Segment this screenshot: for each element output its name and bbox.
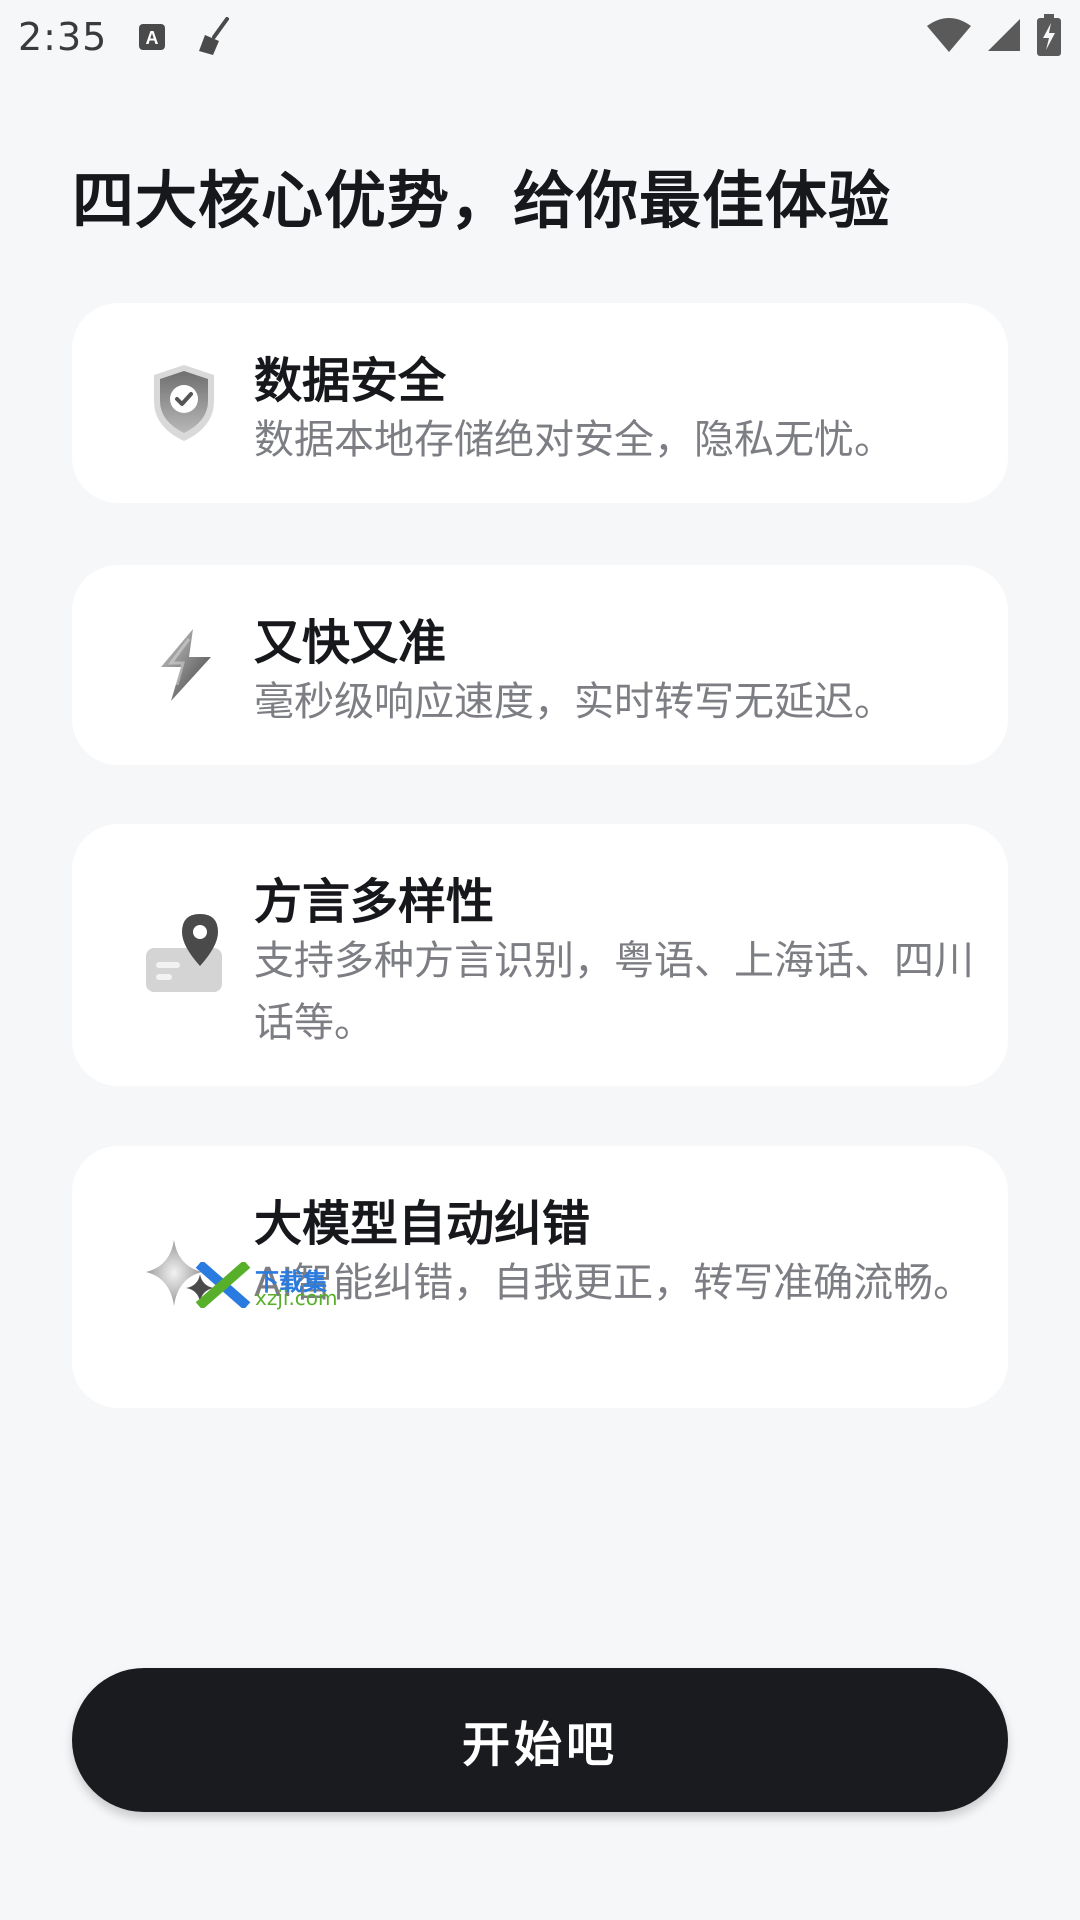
status-time: 2:35 <box>18 15 108 59</box>
feature-card-fast-accurate: 又快又准 毫秒级响应速度，实时转写无延迟。 <box>72 565 1008 765</box>
feature-card-auto-correction: 大模型自动纠错 AI智能纠错，自我更正，转写准确流畅。 <box>72 1146 1008 1408</box>
wifi-icon <box>926 16 972 58</box>
feature-title: 又快又准 <box>254 615 447 671</box>
feature-title: 方言多样性 <box>254 874 495 930</box>
start-button[interactable]: 开始吧 <box>72 1668 1008 1812</box>
svg-text:A: A <box>146 28 159 48</box>
feature-title: 大模型自动纠错 <box>254 1196 591 1252</box>
feature-card-data-security: 数据安全 数据本地存储绝对安全，隐私无忧。 <box>72 303 1008 503</box>
page-title: 四大核心优势，给你最佳体验 <box>72 164 892 237</box>
sparkle-icon <box>116 1208 252 1344</box>
feature-description: 支持多种方言识别，粤语、上海话、四川话等。 <box>254 938 974 1046</box>
signal-icon <box>986 17 1022 57</box>
map-pin-icon <box>116 886 252 1022</box>
feature-card-dialect-diversity: 方言多样性 支持多种方言识别，粤语、上海话、四川话等。 <box>72 824 1008 1086</box>
feature-description: 毫秒级响应速度，实时转写无延迟。 <box>254 679 894 725</box>
lightning-icon <box>116 597 252 733</box>
status-bar: 2:35 A <box>0 0 1080 74</box>
feature-description: AI智能纠错，自我更正，转写准确流畅。 <box>254 1260 974 1306</box>
text-a-icon: A <box>137 22 167 52</box>
battery-charging-icon <box>1036 14 1062 60</box>
shield-check-icon <box>116 335 252 471</box>
feature-title: 数据安全 <box>254 353 447 409</box>
broom-icon <box>197 17 231 57</box>
feature-description: 数据本地存储绝对安全，隐私无忧。 <box>254 417 894 463</box>
